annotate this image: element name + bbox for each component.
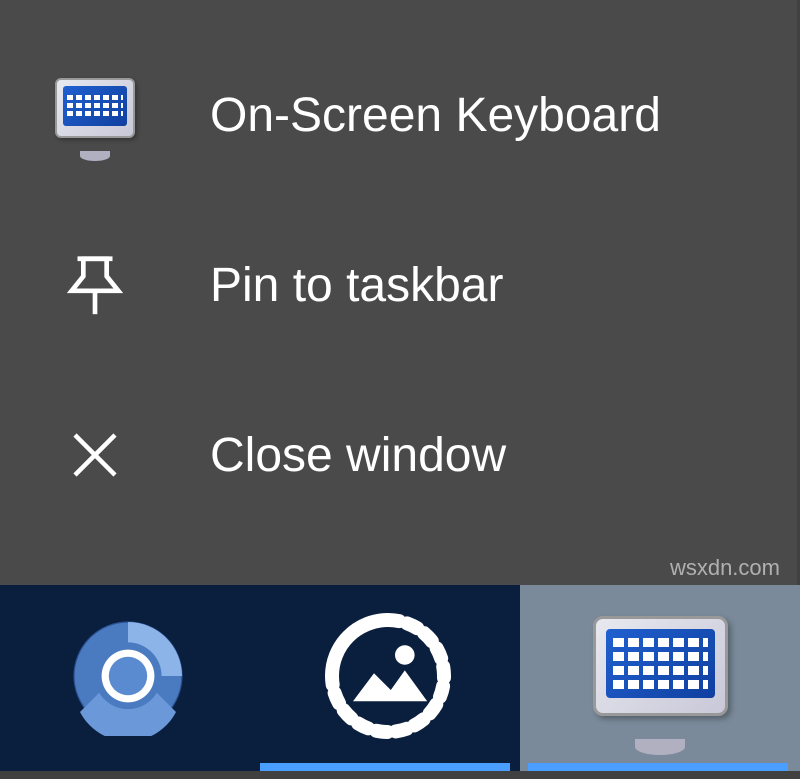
taskbar <box>0 585 800 771</box>
menu-item-close[interactable]: Close window <box>0 370 797 540</box>
taskbar-active-indicator <box>528 763 788 771</box>
menu-label: Pin to taskbar <box>210 258 503 313</box>
taskbar-active-indicator <box>260 763 510 771</box>
menu-label: On-Screen Keyboard <box>210 88 661 143</box>
close-icon <box>50 410 140 500</box>
taskbar-item-photos[interactable] <box>255 585 520 771</box>
osk-icon <box>50 70 140 160</box>
pin-icon <box>50 240 140 330</box>
taskbar-context-menu: On-Screen Keyboard Pin to taskbar Close … <box>0 0 797 585</box>
menu-item-osk[interactable]: On-Screen Keyboard <box>0 30 797 200</box>
chromium-icon <box>68 616 188 741</box>
menu-item-pin[interactable]: Pin to taskbar <box>0 200 797 370</box>
menu-label: Close window <box>210 428 506 483</box>
taskbar-item-chromium[interactable] <box>0 585 255 771</box>
taskbar-item-osk[interactable] <box>520 585 800 771</box>
osk-icon <box>593 616 728 741</box>
photos-icon <box>318 606 458 751</box>
watermark: wsxdn.com <box>670 555 780 581</box>
